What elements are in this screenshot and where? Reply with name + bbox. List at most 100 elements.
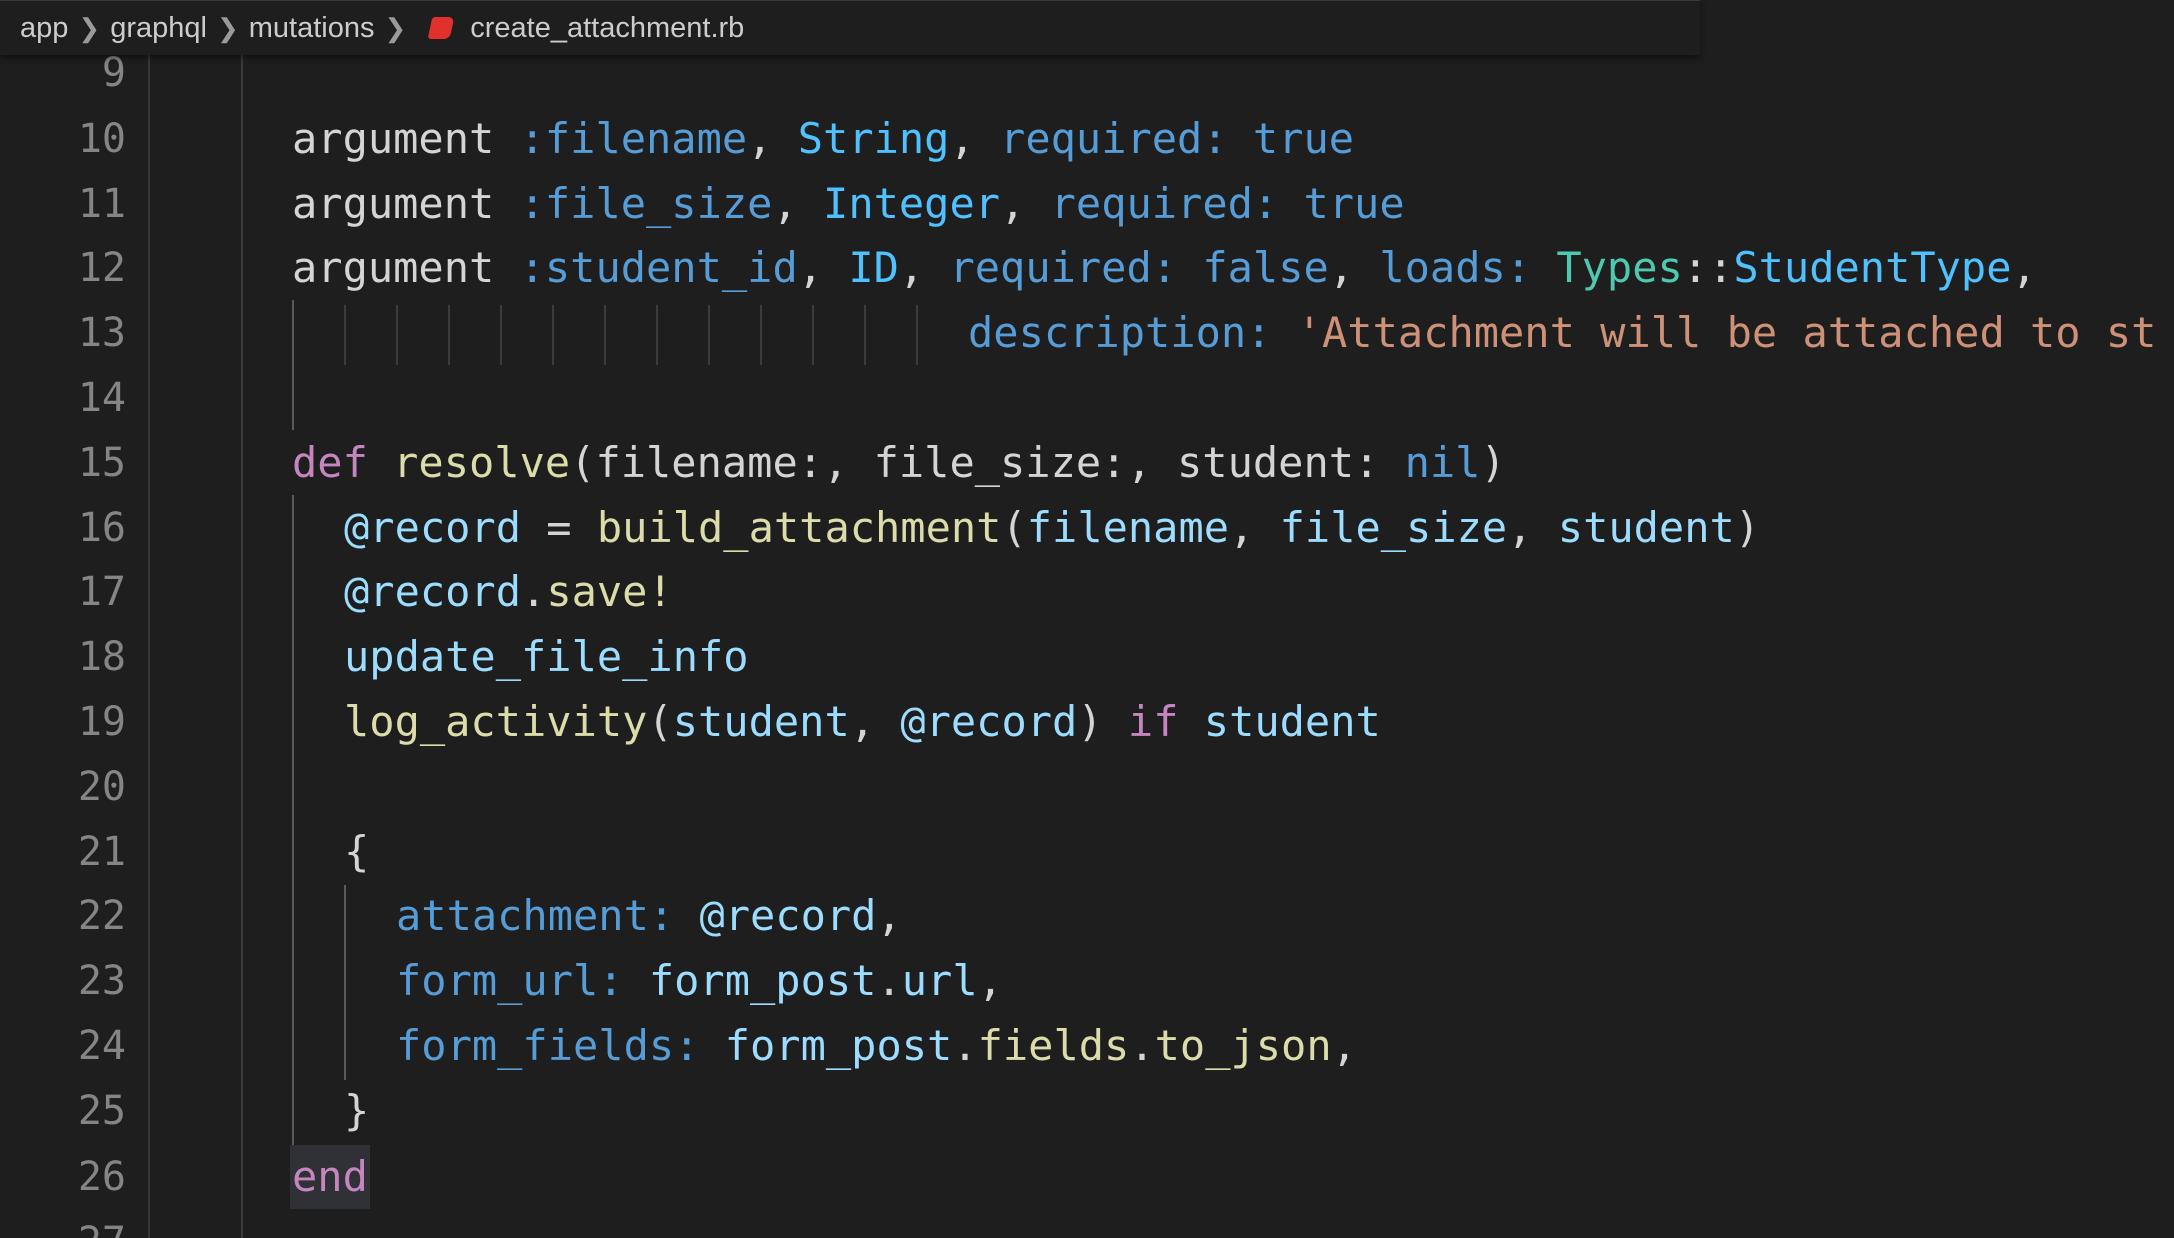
code-line-15[interactable]: def resolve(filename:, file_size:, stude… xyxy=(292,431,1506,495)
code-token: Types xyxy=(1531,243,1683,292)
code-token: @record xyxy=(344,503,522,552)
ruby-file-icon xyxy=(427,17,455,39)
code-token: , xyxy=(876,891,902,940)
code-token: 'Attachment will be attached to st xyxy=(1271,308,2157,357)
code-token: def xyxy=(292,438,368,487)
code-line-22[interactable]: attachment: @record, xyxy=(396,884,902,948)
code-token: false xyxy=(1177,243,1329,292)
code-line-17[interactable]: @record.save! xyxy=(344,560,673,624)
code-token: student xyxy=(1557,503,1735,552)
code-token: . xyxy=(952,1021,978,1070)
code-line-26[interactable]: end xyxy=(292,1145,368,1209)
code-token: { xyxy=(344,827,370,876)
code-token: , xyxy=(949,114,1001,163)
alignment-guide xyxy=(604,305,606,365)
code-token: , xyxy=(1328,243,1380,292)
code-token: save! xyxy=(546,567,673,616)
code-token: log_activity xyxy=(344,697,648,746)
code-token: . xyxy=(1129,1021,1155,1070)
line-number: 16 xyxy=(77,505,126,551)
code-token: , xyxy=(1229,503,1280,552)
code-token: = xyxy=(521,503,597,552)
line-number: 26 xyxy=(77,1154,126,1200)
code-editor[interactable]: app ❯ graphql ❯ mutations ❯ create_attac… xyxy=(0,0,2174,1238)
code-line-23[interactable]: form_url: form_post.url, xyxy=(396,949,1003,1013)
line-number-gutter[interactable]: 9 10 11 12 13 14 15 16 17 18 19 20 21 22… xyxy=(0,0,150,1238)
chevron-right-icon: ❯ xyxy=(216,12,239,43)
code-token: , xyxy=(1507,503,1558,552)
code-token: if xyxy=(1127,697,1179,746)
code-token: form_fields: xyxy=(396,1021,700,1070)
code-line-19[interactable]: log_activity(student, @record) if studen… xyxy=(344,690,1381,754)
code-token: :: xyxy=(1682,243,1734,292)
breadcrumb-item-file[interactable]: create_attachment.rb xyxy=(470,12,744,45)
code-token: String xyxy=(797,114,950,163)
code-token: StudentType xyxy=(1733,243,2012,292)
code-token: student xyxy=(672,697,850,746)
code-token: ) xyxy=(1734,503,1761,552)
code-token: filename xyxy=(1026,503,1230,552)
code-token: @record xyxy=(900,697,1078,746)
code-token: , xyxy=(849,697,901,746)
line-number: 20 xyxy=(77,764,126,810)
line-number: 19 xyxy=(77,699,126,745)
code-token: required: xyxy=(949,243,1178,292)
code-token: , xyxy=(772,179,824,228)
code-token: , xyxy=(797,243,849,292)
alignment-guide xyxy=(656,305,658,365)
code-token: Integer xyxy=(823,179,1001,228)
code-token: . xyxy=(521,567,547,616)
code-token: resolve xyxy=(367,438,571,487)
code-token: argument xyxy=(292,179,495,228)
code-token: @record xyxy=(674,891,877,940)
code-line-13[interactable]: description: 'Attachment will be attache… xyxy=(968,301,2156,365)
code-token: true xyxy=(1278,179,1405,228)
code-token: form_post xyxy=(623,956,877,1005)
code-token: , xyxy=(1331,1021,1357,1070)
code-token: build_attachment xyxy=(596,503,1002,552)
code-line-12[interactable]: argument :student_id, ID, required: fals… xyxy=(292,236,2037,300)
code-token: , xyxy=(2011,243,2037,292)
code-token: argument xyxy=(292,114,495,163)
breadcrumb-item-graphql[interactable]: graphql xyxy=(110,12,207,45)
indent-guide xyxy=(344,885,346,1080)
code-token: description: xyxy=(968,308,1272,357)
breadcrumb: app ❯ graphql ❯ mutations ❯ create_attac… xyxy=(0,0,1700,55)
indent-guide xyxy=(241,55,243,1238)
line-number: 27 xyxy=(0,1210,126,1238)
code-token: . xyxy=(876,956,902,1005)
code-token: , xyxy=(1000,179,1051,228)
code-line-24[interactable]: form_fields: form_post.fields.to_json, xyxy=(396,1014,1357,1078)
breadcrumb-item-app[interactable]: app xyxy=(20,12,68,45)
code-token: loads: xyxy=(1379,243,1532,292)
code-line-16[interactable]: @record = build_attachment(filename, fil… xyxy=(344,496,1760,560)
code-token: update_file_info xyxy=(344,632,749,681)
line-number: 23 xyxy=(77,958,126,1004)
code-token: required: xyxy=(1050,179,1279,228)
line-number: 21 xyxy=(77,829,126,875)
code-token: file_size xyxy=(1279,503,1508,552)
alignment-guide xyxy=(812,305,814,365)
code-token: :file_size xyxy=(494,179,773,228)
code-token: ( xyxy=(1001,503,1027,552)
alignment-guide xyxy=(916,305,918,365)
code-line-10[interactable]: argument :filename, String, required: tr… xyxy=(292,107,1354,171)
indent-guide xyxy=(292,300,294,430)
code-line-25[interactable]: } xyxy=(344,1079,369,1143)
code-line-11[interactable]: argument :file_size, Integer, required: … xyxy=(292,172,1405,236)
code-token: , xyxy=(898,243,950,292)
indent-guide xyxy=(292,495,294,1150)
code-line-21[interactable]: { xyxy=(344,820,369,884)
alignment-guide xyxy=(448,305,450,365)
code-token: attachment: xyxy=(396,891,675,940)
code-token: :student_id xyxy=(494,243,798,292)
code-line-18[interactable]: update_file_info xyxy=(344,625,749,689)
code-token: end xyxy=(292,1152,368,1201)
chevron-right-icon: ❯ xyxy=(78,12,101,43)
code-token: true xyxy=(1227,114,1355,163)
line-number: 12 xyxy=(77,245,126,291)
line-number: 14 xyxy=(77,375,126,421)
alignment-guide xyxy=(708,305,710,365)
breadcrumb-item-mutations[interactable]: mutations xyxy=(249,12,375,45)
code-token: nil xyxy=(1404,438,1481,487)
